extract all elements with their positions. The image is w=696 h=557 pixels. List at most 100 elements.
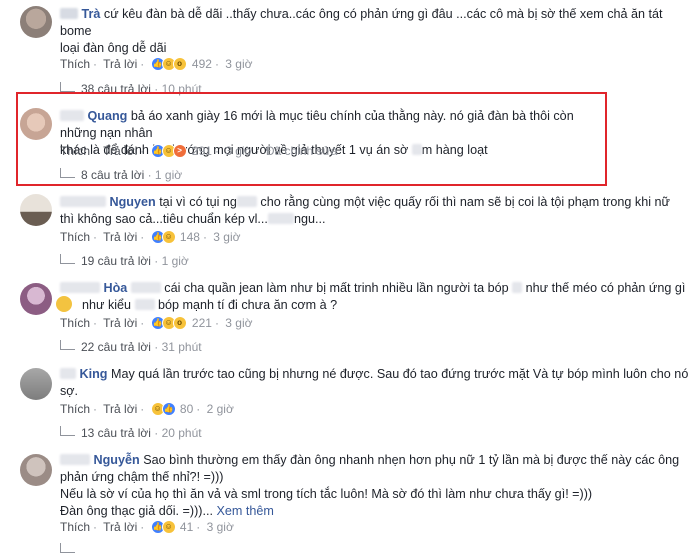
reactions[interactable]: 👍 ☺ bbox=[150, 230, 177, 244]
like-link[interactable]: Thích bbox=[60, 520, 90, 534]
comment-actions: Thích · Trả lời · 👍 ☺ > 291 · 3 giờ · Đã chỉ… bbox=[60, 144, 338, 158]
timestamp[interactable]: 3 giờ bbox=[213, 230, 240, 244]
commenter-name[interactable]: King bbox=[80, 367, 108, 381]
comment-actions: Thích · Trả lời · 👍 ☺ o 221 · 3 giờ bbox=[60, 316, 253, 330]
commenter-name[interactable]: Trà bbox=[82, 7, 101, 21]
replies-count[interactable]: 19 câu trả lời bbox=[81, 254, 151, 268]
reaction-count[interactable]: 221 bbox=[192, 316, 212, 330]
timestamp[interactable]: 2 giờ bbox=[207, 402, 234, 416]
haha-reaction-icon: ☺ bbox=[161, 230, 176, 244]
reaction-count[interactable]: 148 bbox=[180, 230, 200, 244]
reactions[interactable]: 👍 ☺ bbox=[150, 520, 177, 534]
commenter-name[interactable]: Hòa bbox=[104, 281, 128, 295]
timestamp[interactable]: 3 giờ bbox=[207, 520, 234, 534]
comment-text: m hàng loạt bbox=[421, 143, 488, 157]
comment-text: Sao bình thường em thấy đàn ông nhanh nh… bbox=[143, 453, 680, 467]
replies-link[interactable]: 13 câu trả lời · 20 phút bbox=[60, 426, 202, 440]
replies-count[interactable]: 8 câu trả lời bbox=[81, 168, 144, 182]
blurred-word bbox=[134, 299, 155, 310]
replies-link-partial[interactable] bbox=[60, 543, 81, 557]
reply-link[interactable]: Trả lời bbox=[103, 316, 137, 330]
comment-actions: Thích · Trả lời · 👍 ☺ 41 · 3 giờ bbox=[60, 520, 234, 534]
like-link[interactable]: Thích bbox=[60, 230, 90, 244]
comment-actions: Thích · Trả lời · 👍 ☺ o 492 · 3 giờ bbox=[60, 57, 253, 71]
replies-link[interactable]: 19 câu trả lời · 1 giờ bbox=[60, 254, 189, 268]
comment-text: cứ kêu đàn bà dễ dãi ..thấy chưa..các ôn… bbox=[103, 7, 663, 21]
timestamp[interactable]: 3 giờ bbox=[225, 144, 252, 158]
reaction-count[interactable]: 41 bbox=[180, 520, 193, 534]
commenter-name[interactable]: Quang bbox=[88, 109, 128, 123]
blurred-name bbox=[60, 110, 84, 121]
blurred-name-2 bbox=[130, 282, 161, 293]
timestamp[interactable]: 3 giờ bbox=[225, 316, 252, 330]
comment-text: Đàn ông thạc giả dối. =)))... bbox=[60, 504, 213, 518]
commenter-name[interactable]: Nguyen bbox=[110, 195, 156, 209]
blurred-name bbox=[60, 454, 90, 465]
comment-text: cho rằng cùng một việc quấy rối thì nam … bbox=[260, 195, 670, 209]
blurred-name bbox=[60, 196, 106, 207]
reactions[interactable]: 👍 ☺ > bbox=[150, 144, 189, 158]
comment-text: May quá lần trước tao cũng bị nhưng né đ… bbox=[110, 367, 689, 381]
comment-text: thì không sao cả...tiêu chuẩn kép vl... bbox=[60, 212, 268, 226]
reply-link[interactable]: Trả lời bbox=[103, 144, 137, 158]
avatar[interactable] bbox=[20, 6, 52, 38]
comment-text: ngu... bbox=[293, 212, 326, 226]
replies-time: 31 phút bbox=[161, 340, 202, 354]
blurred-name bbox=[60, 282, 100, 293]
reply-arrow-icon bbox=[60, 543, 75, 553]
comment-body: Nguyễn Sao bình thường em thấy đàn ông n… bbox=[60, 452, 690, 520]
avatar[interactable] bbox=[20, 283, 52, 315]
replies-count[interactable]: 22 câu trả lời bbox=[81, 340, 151, 354]
reply-link[interactable]: Trả lời bbox=[103, 57, 137, 71]
comment-actions: Thích · Trả lời · ☺ 👍 80 · 2 giờ bbox=[60, 402, 234, 416]
reply-arrow-icon bbox=[60, 82, 75, 92]
blurred-word bbox=[236, 196, 257, 207]
replies-time: 1 giờ bbox=[154, 168, 183, 182]
comment-body: Nguyen tại vì có tụi ng cho rằng cùng mộ… bbox=[60, 194, 690, 228]
comment-text: bóp mạnh tí đi chưa ăn cơm à ? bbox=[158, 298, 338, 312]
avatar[interactable] bbox=[20, 454, 52, 486]
reactions[interactable]: 👍 ☺ o bbox=[150, 316, 189, 330]
blurred-word bbox=[411, 144, 422, 155]
timestamp[interactable]: 3 giờ bbox=[225, 57, 252, 71]
reply-link[interactable]: Trả lời bbox=[103, 230, 137, 244]
comment-body: Trà cứ kêu đàn bà dễ dãi ..thấy chưa..cá… bbox=[60, 6, 690, 57]
comment-text: như kiểu bbox=[82, 298, 132, 312]
edited-label[interactable]: Đã chỉnh sửa bbox=[266, 144, 337, 158]
avatar[interactable] bbox=[20, 194, 52, 226]
commenter-name[interactable]: Nguyễn bbox=[94, 453, 140, 467]
reaction-count[interactable]: 291 bbox=[192, 144, 212, 158]
reaction-count[interactable]: 492 bbox=[192, 57, 212, 71]
reply-link[interactable]: Trả lời bbox=[103, 402, 137, 416]
avatar[interactable] bbox=[20, 108, 52, 140]
blurred-word bbox=[512, 282, 523, 293]
replies-link[interactable]: 22 câu trả lời · 31 phút bbox=[60, 340, 202, 354]
like-link[interactable]: Thích bbox=[60, 316, 90, 330]
reactions[interactable]: ☺ 👍 bbox=[150, 402, 177, 416]
comment-text: như thế méo có phản ứng gì bbox=[525, 281, 686, 295]
comment-text: sợ. bbox=[60, 384, 79, 398]
replies-time: 1 giờ bbox=[161, 254, 189, 268]
blurred-name bbox=[60, 8, 78, 19]
angry-reaction-icon: > bbox=[172, 144, 187, 158]
reply-link[interactable]: Trả lời bbox=[103, 520, 137, 534]
reaction-count[interactable]: 80 bbox=[180, 402, 193, 416]
reactions[interactable]: 👍 ☺ o bbox=[150, 57, 189, 71]
blurred-word bbox=[267, 213, 294, 224]
avatar[interactable] bbox=[20, 368, 52, 400]
replies-link[interactable]: 8 câu trả lời · 1 giờ bbox=[60, 168, 182, 182]
replies-count[interactable]: 13 câu trả lời bbox=[81, 426, 151, 440]
reply-arrow-icon bbox=[60, 254, 75, 264]
haha-reaction-icon: ☺ bbox=[161, 520, 176, 534]
like-link[interactable]: Thích bbox=[60, 144, 90, 158]
see-more-link[interactable]: Xem thêm bbox=[216, 504, 273, 518]
like-link[interactable]: Thích bbox=[60, 402, 90, 416]
reply-arrow-icon bbox=[60, 340, 75, 350]
like-reaction-icon: 👍 bbox=[161, 402, 176, 416]
comment-text: phản ứng chậm thế nhỉ?! =))) bbox=[60, 470, 224, 484]
like-link[interactable]: Thích bbox=[60, 57, 90, 71]
comment-text: bome bbox=[60, 24, 92, 38]
comment-text: Nếu là sờ ví của họ thì ăn vả và sml tro… bbox=[60, 487, 593, 501]
comment-text: tại vì có tụi ng bbox=[159, 195, 237, 209]
comment-body: King May quá lần trước tao cũng bị nhưng… bbox=[60, 366, 690, 400]
